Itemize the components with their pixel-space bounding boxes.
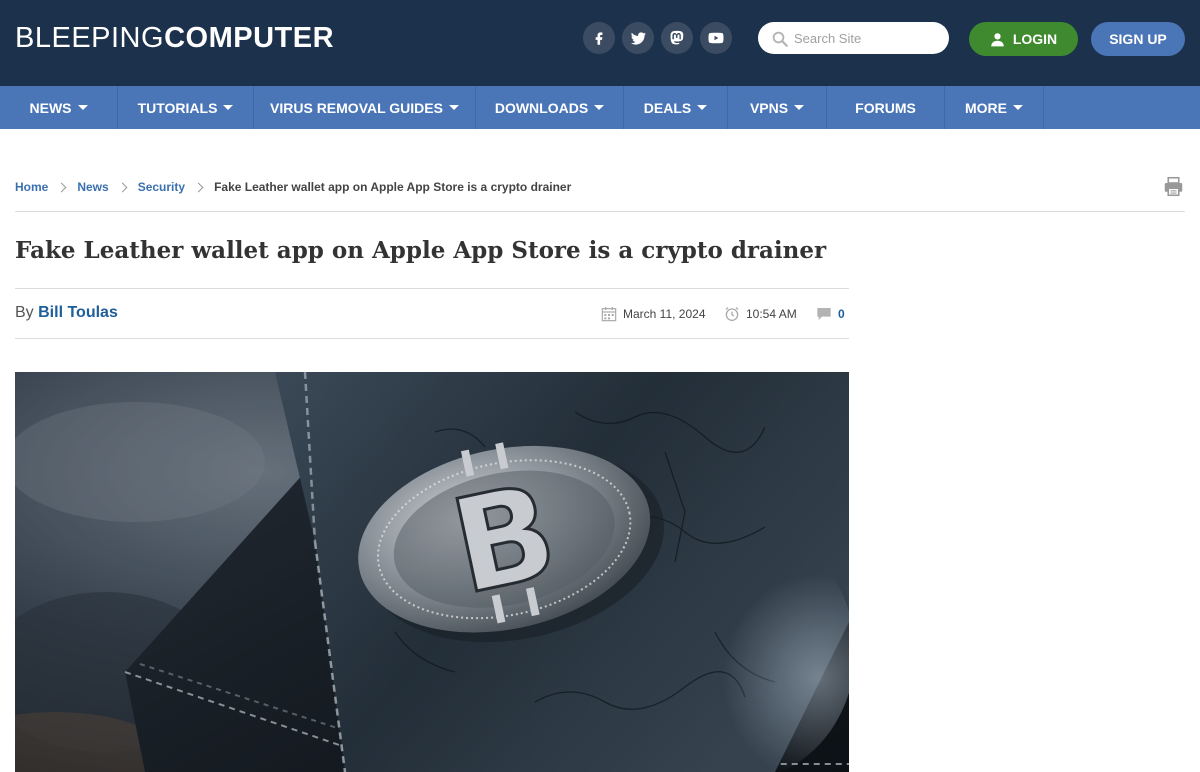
calendar-icon: [601, 307, 617, 322]
article-time: 10:54 AM: [724, 306, 797, 322]
caret-down-icon: [77, 105, 88, 110]
divider: [15, 211, 1185, 212]
nav-item-downloads[interactable]: DOWNLOADS: [476, 86, 624, 129]
signup-button[interactable]: SIGN UP: [1091, 22, 1185, 56]
article-hero-image: B: [15, 372, 849, 772]
print-icon[interactable]: [1163, 176, 1184, 197]
caret-down-icon: [794, 105, 805, 110]
caret-down-icon: [448, 105, 459, 110]
nav-label: DEALS: [643, 99, 692, 116]
site-logo[interactable]: BLEEPINGCOMPUTER: [15, 22, 334, 54]
search-box: [758, 22, 949, 54]
breadcrumb-news[interactable]: News: [77, 180, 108, 194]
clock-icon: [725, 307, 739, 321]
nav-item-deals[interactable]: DEALS: [624, 86, 728, 129]
nav-item-tutorials[interactable]: TUTORIALS: [118, 86, 254, 129]
nav-item-forums[interactable]: FORUMS: [827, 86, 945, 129]
nav-item-vpns[interactable]: VPNS: [728, 86, 827, 129]
search-input[interactable]: [794, 22, 942, 54]
time-text: 10:54 AM: [746, 307, 797, 321]
site-header: BLEEPINGCOMPUTER LOGIN SIGN UP: [0, 0, 1200, 86]
breadcrumb-security[interactable]: Security: [138, 180, 185, 194]
search-icon[interactable]: [771, 30, 789, 48]
twitter-icon[interactable]: [622, 22, 654, 54]
nav-label: NEWS: [29, 99, 72, 116]
login-label: LOGIN: [1012, 31, 1058, 47]
date-text: March 11, 2024: [623, 307, 706, 321]
facebook-icon[interactable]: [583, 22, 615, 54]
nav-item-news[interactable]: NEWS: [0, 86, 118, 129]
chevron-right-icon: [56, 182, 67, 192]
main-nav: NEWS TUTORIALS VIRUS REMOVAL GUIDES DOWN…: [0, 86, 1200, 129]
breadcrumb-current: Fake Leather wallet app on Apple App Sto…: [214, 180, 572, 194]
nav-item-more[interactable]: MORE: [945, 86, 1044, 129]
chevron-right-icon: [193, 182, 204, 192]
nav-label: VIRUS REMOVAL GUIDES: [270, 99, 443, 116]
divider: [15, 338, 849, 339]
comments-count[interactable]: 0: [838, 307, 845, 321]
nav-item-virus-removal-guides[interactable]: VIRUS REMOVAL GUIDES: [254, 86, 476, 129]
breadcrumb-home[interactable]: Home: [15, 180, 48, 194]
signup-label: SIGN UP: [1109, 31, 1167, 47]
nav-label: DOWNLOADS: [494, 99, 589, 116]
divider: [15, 288, 849, 289]
youtube-icon[interactable]: [700, 22, 732, 54]
logo-bold-text: COMPUTER: [164, 22, 335, 54]
caret-down-icon: [1013, 105, 1023, 110]
by-label: By: [15, 304, 34, 321]
nav-label: TUTORIALS: [137, 99, 218, 116]
comments-link[interactable]: 0: [816, 306, 845, 322]
caret-down-icon: [697, 105, 708, 110]
logo-light-text: BLEEPING: [15, 22, 165, 54]
nav-label: VPNS: [749, 99, 789, 116]
comment-icon: [817, 308, 831, 320]
caret-down-icon: [223, 105, 234, 110]
chevron-right-icon: [117, 182, 128, 192]
article-date: March 11, 2024: [601, 306, 706, 322]
user-icon: [991, 32, 1004, 46]
leather-wallet-bitcoin-image: B: [15, 372, 849, 772]
login-button[interactable]: LOGIN: [969, 22, 1078, 56]
nav-label: FORUMS: [855, 99, 916, 116]
caret-down-icon: [594, 105, 605, 110]
mastodon-icon[interactable]: [661, 22, 693, 54]
author-link[interactable]: Bill Toulas: [38, 304, 118, 321]
byline: By Bill Toulas: [15, 304, 118, 322]
article-title: Fake Leather wallet app on Apple App Sto…: [15, 237, 827, 264]
nav-label: MORE: [965, 99, 1007, 116]
breadcrumb: Home News Security Fake Leather wallet a…: [15, 180, 571, 194]
